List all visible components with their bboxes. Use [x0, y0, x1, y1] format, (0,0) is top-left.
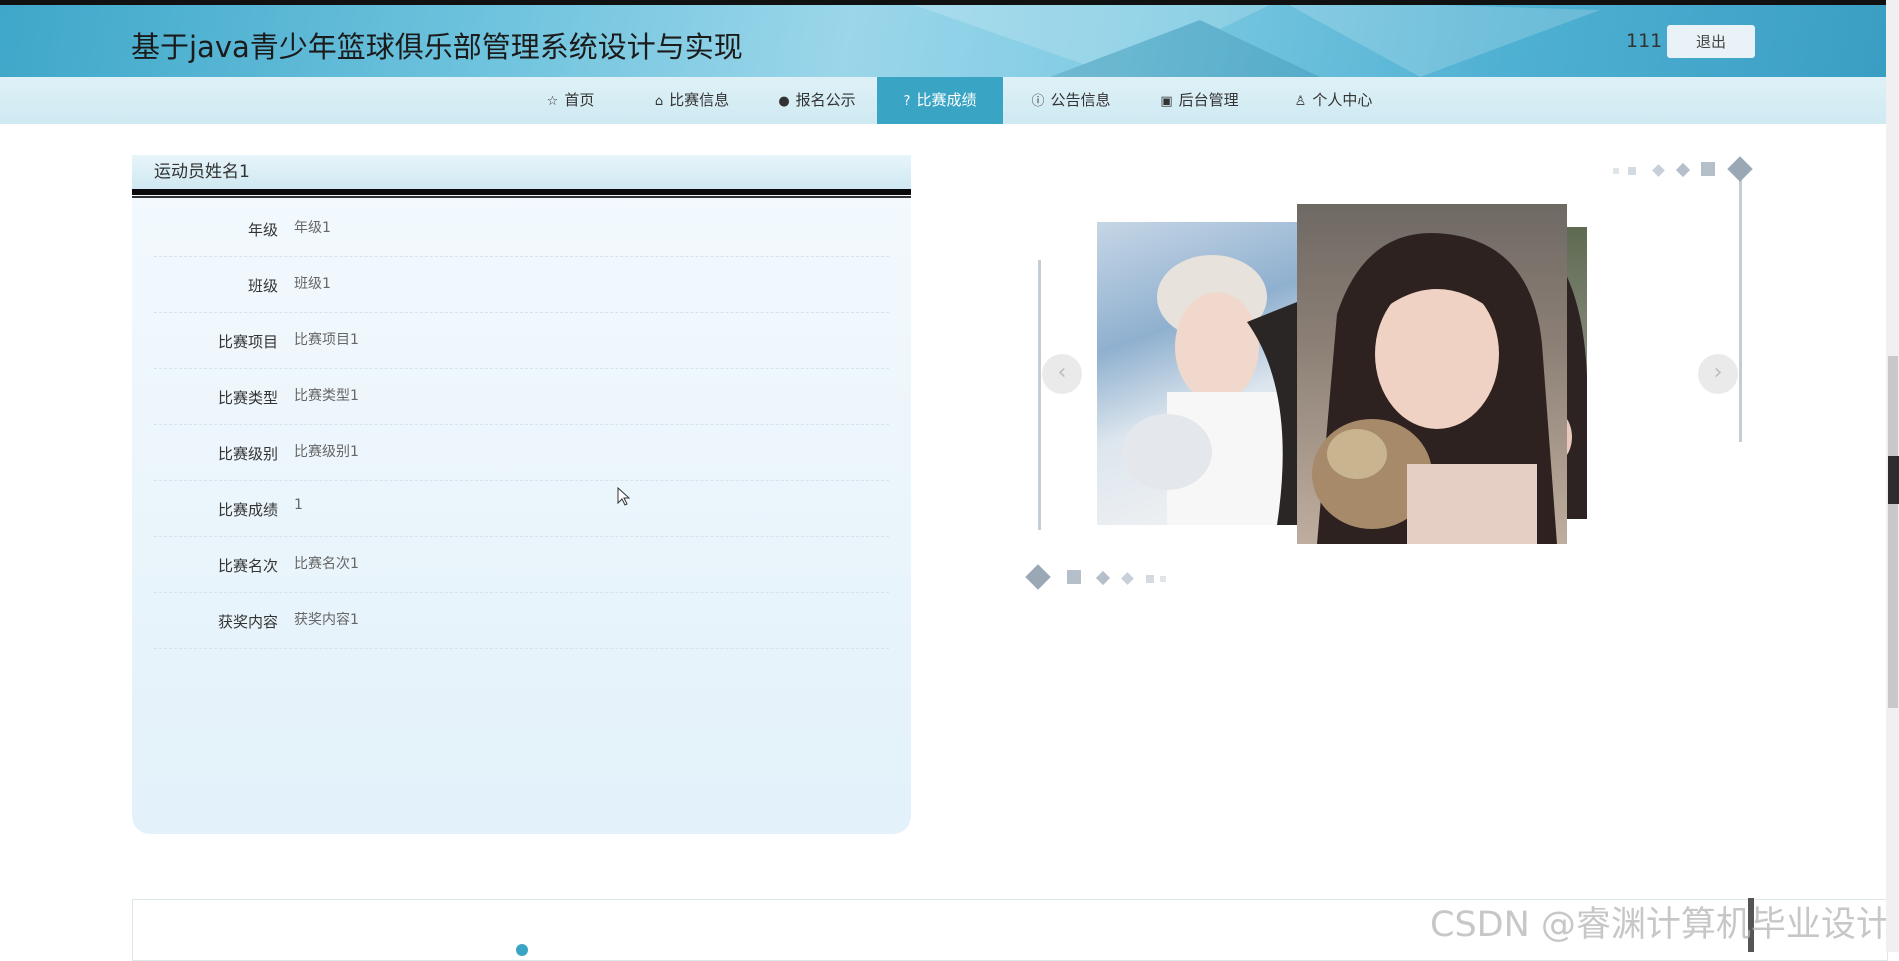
- field-value: 获奖内容1: [294, 612, 359, 628]
- info-circle-icon: ⓘ: [1031, 94, 1045, 109]
- photo-placeholder: [1312, 233, 1557, 544]
- decor-square: [1628, 167, 1636, 175]
- field-label: 班级: [247, 277, 278, 295]
- field-value: 比赛级别1: [294, 444, 359, 460]
- field-value: 比赛类型1: [294, 388, 359, 404]
- carousel-photo-center[interactable]: [1297, 204, 1567, 544]
- decor-line: [1739, 172, 1742, 442]
- detail-row-award: 获奖内容 获奖内容1: [154, 593, 889, 649]
- field-label: 获奖内容: [217, 613, 278, 631]
- decor-diamond: [1121, 572, 1134, 585]
- field-value: 年级1: [294, 220, 331, 236]
- carousel-photo-left[interactable]: [1097, 222, 1297, 525]
- decor-square: [1146, 575, 1154, 583]
- decor-square: [1701, 162, 1715, 176]
- nav-item-admin[interactable]: ▣ 后台管理: [1137, 77, 1262, 124]
- main-nav: ☆ 首页 ⌂ 比赛信息 ● 报名公示 ? 比赛成绩 ⓘ 公告信息 ▣ 后台管理 ♙ 个人中心: [0, 77, 1886, 124]
- nav-item-home[interactable]: ☆ 首页: [513, 77, 628, 124]
- decor-square: [1613, 168, 1619, 174]
- carousel-prev-button[interactable]: ‹: [1042, 354, 1082, 394]
- gift-icon: ▣: [1160, 94, 1173, 109]
- field-label: 年级: [247, 221, 278, 239]
- detail-row-grade: 年级 年级1: [154, 201, 889, 257]
- detail-row-event: 比赛项目 比赛项目1: [154, 313, 889, 369]
- carousel-next-button[interactable]: ›: [1698, 354, 1738, 394]
- decor-line: [1038, 260, 1041, 530]
- detail-row-score: 比赛成绩 1: [154, 481, 889, 537]
- detail-title: 运动员姓名1: [132, 155, 911, 189]
- field-label: 比赛类型: [217, 389, 278, 407]
- bag-icon: ⌂: [654, 94, 664, 109]
- detail-panel: 运动员姓名1 年级 年级1 班级 班级1 比赛项目 比赛项目1 比赛类型 比赛类…: [132, 155, 911, 834]
- decor-diamond: [1652, 164, 1665, 177]
- detail-row-rank: 比赛名次 比赛名次1: [154, 537, 889, 593]
- image-carousel: ‹ ›: [1010, 150, 1770, 600]
- nav-item-announcements[interactable]: ⓘ 公告信息: [1011, 77, 1131, 124]
- decor-square: [1067, 570, 1081, 584]
- scrollbar-thumb[interactable]: [1888, 356, 1898, 708]
- decor-diamond: [1095, 570, 1111, 586]
- field-label: 比赛名次: [217, 557, 278, 575]
- decor-diamond: [1675, 162, 1691, 178]
- mouse-cursor-icon: [617, 487, 631, 506]
- photo-placeholder: [1122, 255, 1297, 525]
- watermark: CSDN @睿渊计算机毕业设计: [1430, 905, 1891, 945]
- nav-label: 报名公示: [795, 91, 856, 109]
- field-value: 班级1: [294, 276, 331, 292]
- username: 111: [1626, 30, 1663, 52]
- nav-label: 后台管理: [1178, 91, 1239, 109]
- star-icon: ☆: [546, 94, 559, 109]
- divider: [132, 189, 911, 195]
- site-title: 基于java青少年篮球俱乐部管理系统设计与实现: [131, 30, 743, 64]
- nav-label: 比赛成绩: [916, 91, 977, 109]
- detail-row-class: 班级 班级1: [154, 257, 889, 313]
- user-icon: ♙: [1294, 94, 1307, 109]
- detail-row-level: 比赛级别 比赛级别1: [154, 425, 889, 481]
- nav-item-registration[interactable]: ● 报名公示: [757, 77, 877, 124]
- side-toggle-tab[interactable]: [1888, 456, 1899, 504]
- nav-item-profile[interactable]: ♙ 个人中心: [1271, 77, 1396, 124]
- nav-item-match-info[interactable]: ⌂ 比赛信息: [632, 77, 752, 124]
- nav-label: 比赛信息: [669, 91, 730, 109]
- decor-square: [1160, 576, 1166, 582]
- exclamation-circle-icon: ●: [778, 94, 790, 109]
- logout-button[interactable]: 退出: [1667, 25, 1755, 58]
- field-label: 比赛项目: [217, 333, 278, 351]
- divider: [132, 196, 911, 198]
- field-value: 比赛项目1: [294, 332, 359, 348]
- nav-label: 公告信息: [1050, 91, 1111, 109]
- nav-label: 首页: [564, 91, 595, 109]
- decor-diamond: [1025, 564, 1051, 590]
- header-decoration: [900, 0, 1600, 77]
- nav-item-results[interactable]: ? 比赛成绩: [877, 77, 1003, 124]
- nav-label: 个人中心: [1312, 91, 1373, 109]
- field-value: 比赛名次1: [294, 556, 359, 572]
- top-edge: [0, 0, 1899, 5]
- detail-row-type: 比赛类型 比赛类型1: [154, 369, 889, 425]
- field-label: 比赛级别: [217, 445, 278, 463]
- bottom-indicator: [516, 944, 528, 956]
- field-value: 1: [294, 497, 303, 513]
- question-circle-icon: ?: [903, 94, 911, 109]
- field-label: 比赛成绩: [217, 501, 278, 519]
- decor-diamond: [1727, 156, 1753, 182]
